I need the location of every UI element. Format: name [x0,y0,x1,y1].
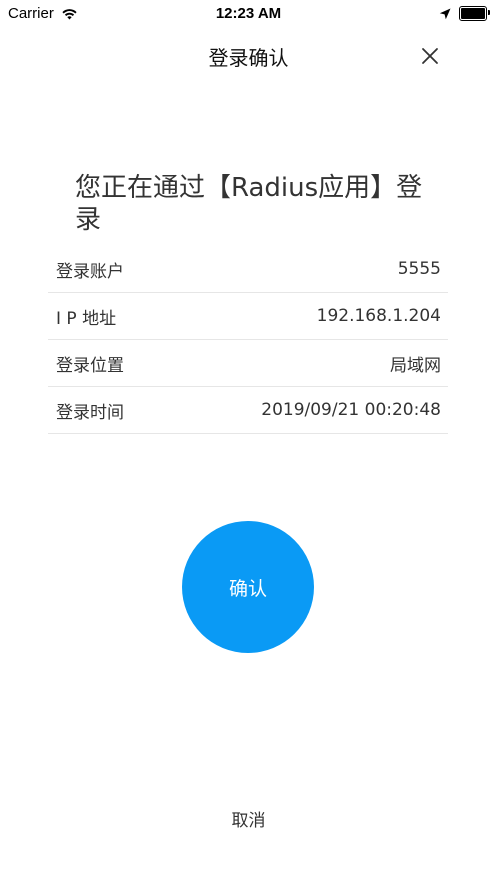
info-row-ip: I P 地址 192.168.1.204 [48,293,448,340]
battery-icon [459,6,490,21]
info-row-account: 登录账户 5555 [48,246,448,293]
info-label: 登录时间 [56,402,124,423]
info-value: 2019/09/21 00:20:48 [261,400,441,420]
info-row-time: 登录时间 2019/09/21 00:20:48 [48,387,448,434]
close-icon[interactable] [421,47,439,65]
login-info-list: 登录账户 5555 I P 地址 192.168.1.204 登录位置 局域网 … [48,246,448,434]
info-value: 192.168.1.204 [316,306,441,326]
status-right [439,6,490,21]
info-value: 5555 [397,259,441,279]
battery-fill [461,8,485,19]
confirm-button[interactable]: 确认 [182,521,314,653]
info-label: 登录位置 [56,355,124,376]
confirm-label[interactable]: 确认 [229,574,267,601]
location-arrow-icon [439,8,451,20]
battery-cap [488,10,490,15]
status-bar: Carrier 12:23 AM [0,0,497,28]
info-label: I P 地址 [56,308,117,329]
info-label: 登录账户 [56,261,124,282]
info-value: 局域网 [390,355,441,376]
info-row-location: 登录位置 局域网 [48,340,448,387]
status-time: 12:23 AM [215,5,282,22]
login-heading: 您正在通过【Radius应用】登录 [75,173,423,235]
close-button[interactable] [418,44,442,68]
cancel-button[interactable]: 取消 [0,806,497,831]
